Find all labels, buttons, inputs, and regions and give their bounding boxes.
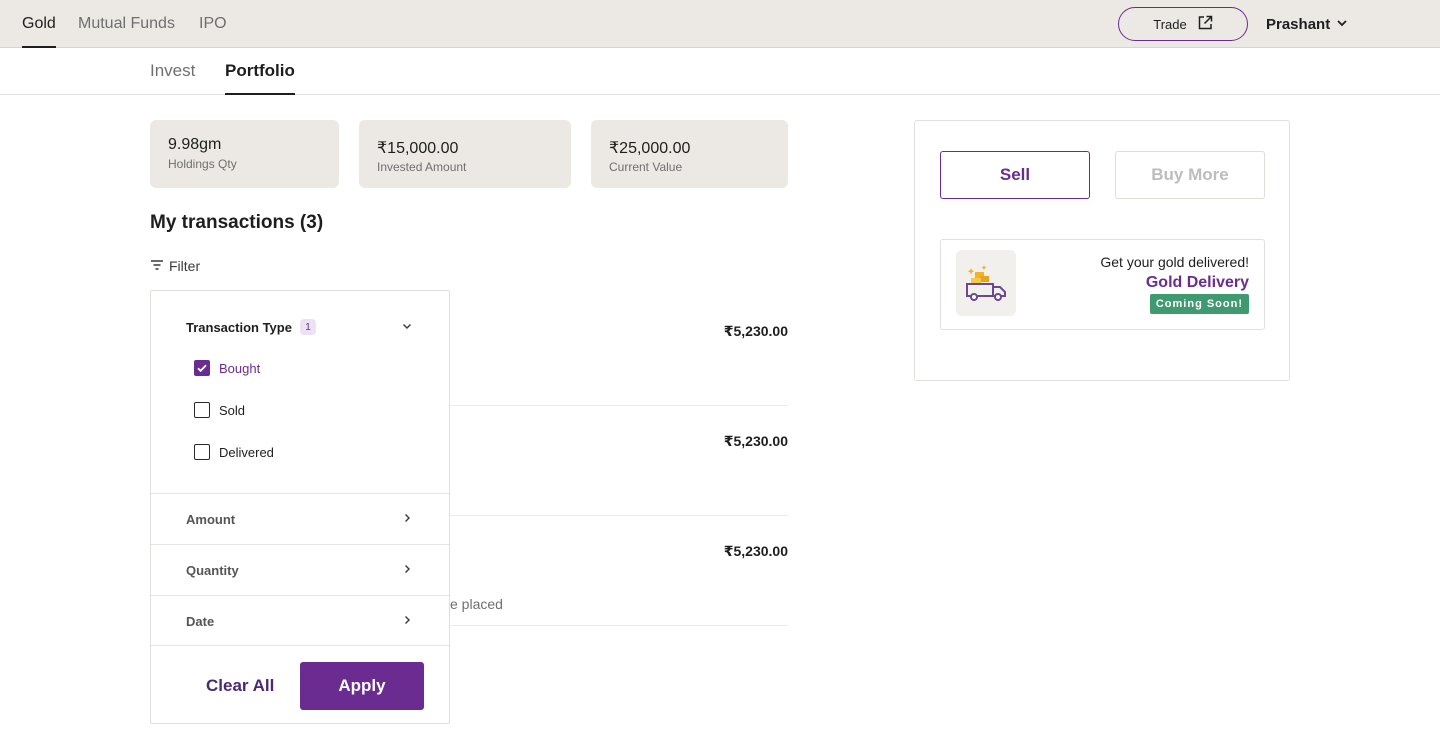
option-bought[interactable]: Bought [194,360,260,376]
current-value-label: Current Value [609,160,683,174]
checkbox-sold[interactable] [194,402,210,418]
filter-section-label: Amount [186,512,236,527]
chevron-down-icon[interactable] [401,319,413,331]
user-menu[interactable]: Prashant [1266,0,1348,48]
filter-panel-footer: Clear All Apply [151,645,449,724]
tab-mutual-funds[interactable]: Mutual Funds [78,0,175,48]
transaction-amount: ₹5,230.00 [723,433,788,449]
trade-button[interactable]: Trade [1118,7,1248,41]
transaction-amount: ₹5,230.00 [723,543,788,559]
gold-delivery-card: Get your gold delivered! Gold Delivery C… [940,239,1265,330]
option-bought-label: Bought [219,360,261,376]
delivery-title: Gold Delivery [1145,274,1249,291]
tab-portfolio[interactable]: Portfolio [225,48,295,95]
external-link-icon [1197,15,1213,34]
apply-button[interactable]: Apply [300,662,424,710]
checkmark-icon [197,364,207,373]
option-delivered-label: Delivered [219,444,274,460]
chevron-down-icon [1336,16,1348,33]
filter-section-amount[interactable]: Amount [151,493,449,544]
filter-toggle[interactable]: Filter [150,258,200,274]
filter-label: Filter [169,258,201,274]
sell-button[interactable]: Sell [940,151,1090,199]
transactions-title: My transactions (3) [150,212,324,233]
holdings-qty-value: 9.98gm [168,136,222,153]
filter-icon [150,258,164,274]
filter-section-quantity[interactable]: Quantity [151,544,449,595]
tab-ipo[interactable]: IPO [199,0,227,48]
sub-nav-bar: Invest Portfolio [0,48,1440,95]
coming-soon-badge: Coming Soon! [1149,294,1249,314]
invested-amount-card: ₹15,000.00 Invested Amount [359,120,571,188]
transaction-divider [450,405,788,406]
tab-invest[interactable]: Invest [150,48,195,94]
buy-more-button[interactable]: Buy More [1115,151,1265,199]
transaction-note: e placed [450,596,503,612]
option-sold[interactable]: Sold [194,402,245,418]
transaction-amount: ₹5,230.00 [723,323,788,339]
chevron-right-icon [401,562,413,574]
current-value-card: ₹25,000.00 Current Value [591,120,788,188]
delivery-truck-icon [956,250,1016,316]
trade-button-label: Trade [1153,16,1187,32]
chevron-right-icon [401,613,413,625]
invested-amount-value: ₹15,000.00 [377,140,459,157]
trade-actions-panel: Sell Buy More Get your gold delivered! G… [914,120,1290,381]
option-sold-label: Sold [219,402,246,418]
tab-gold[interactable]: Gold [22,0,56,48]
holdings-qty-label: Holdings Qty [168,157,237,171]
filter-panel: Transaction Type 1 Bought Sold Delivered… [150,290,450,724]
user-name: Prashant [1266,15,1331,33]
option-delivered[interactable]: Delivered [194,444,274,460]
filter-section-date[interactable]: Date [151,595,449,646]
filter-section-label: Date [186,614,215,629]
current-value-value: ₹25,000.00 [609,140,691,157]
delivery-headline: Get your gold delivered! [1100,254,1249,270]
filter-section-label: Quantity [186,563,239,578]
holdings-qty-card: 9.98gm Holdings Qty [150,120,339,188]
top-nav-bar: Gold Mutual Funds IPO Trade Prashant [0,0,1440,48]
transaction-type-title: Transaction Type [186,319,292,335]
invested-amount-label: Invested Amount [377,160,467,174]
transaction-divider [450,625,788,626]
selected-count-badge: 1 [299,319,316,335]
clear-all-button[interactable]: Clear All [206,663,274,709]
checkbox-bought[interactable] [194,360,210,376]
chevron-right-icon [401,511,413,523]
transaction-divider [450,515,788,516]
checkbox-delivered[interactable] [194,444,210,460]
transaction-type-header[interactable]: Transaction Type 1 [186,319,316,335]
